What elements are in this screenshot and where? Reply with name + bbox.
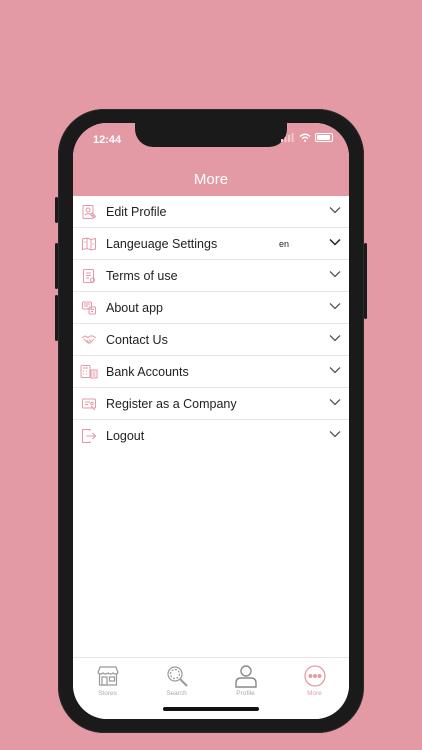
app-screen: 12:44 More Edit Profile Langeuage Settin… [73, 123, 349, 719]
power-button [364, 243, 367, 319]
chevron-down-icon [329, 431, 341, 438]
phone-frame: 12:44 More Edit Profile Langeuage Settin… [55, 109, 367, 733]
menu-item-terms-of-use[interactable]: Terms of use [73, 260, 349, 292]
language-value: en [279, 238, 290, 249]
menu-item-language-settings[interactable]: Langeuage Settings en [73, 228, 349, 260]
notch [135, 123, 287, 147]
menu-item-bank-accounts[interactable]: Bank Accounts [73, 356, 349, 388]
menu-item-label: Langeuage Settings [106, 236, 218, 251]
menu-item-label: Bank Accounts [106, 364, 189, 379]
tab-label: More [307, 690, 322, 697]
menu-item-about-app[interactable]: About app [73, 292, 349, 324]
tab-more[interactable]: More [280, 658, 349, 719]
terms-document-icon [80, 267, 98, 285]
chevron-down-icon [329, 399, 341, 406]
chevron-down-icon [329, 238, 341, 246]
status-time: 12:44 [93, 134, 122, 146]
profile-icon [234, 665, 257, 688]
menu-item-label: Terms of use [106, 268, 178, 283]
tab-stores[interactable]: Stores [73, 658, 142, 719]
logout-icon [80, 427, 98, 445]
tab-label: Profile [236, 690, 255, 697]
about-app-icon [80, 299, 98, 317]
status-icons [281, 133, 333, 142]
language-icon [80, 235, 98, 253]
menu-item-label: Edit Profile [106, 204, 167, 219]
home-indicator[interactable] [163, 707, 259, 711]
register-company-icon [80, 395, 98, 413]
chevron-down-icon [329, 335, 341, 342]
menu-item-edit-profile[interactable]: Edit Profile [73, 196, 349, 228]
menu-item-logout[interactable]: Logout [73, 420, 349, 452]
tab-label: Search [166, 690, 187, 697]
menu-item-contact-us[interactable]: Contact Us [73, 324, 349, 356]
tab-label: Stores [98, 690, 117, 697]
battery-icon [315, 133, 333, 142]
settings-menu: Edit Profile Langeuage Settings en Terms… [73, 196, 349, 452]
chevron-down-icon [329, 207, 341, 214]
menu-item-label: Logout [106, 429, 145, 443]
menu-item-label: Register as a Company [106, 396, 237, 411]
edit-profile-icon [80, 203, 98, 221]
chevron-down-icon [329, 303, 341, 310]
menu-item-label: About app [106, 300, 163, 315]
volume-down-button [55, 295, 58, 341]
store-icon [96, 666, 119, 686]
page-title: More [193, 171, 229, 188]
header-bar: 12:44 More [73, 123, 349, 196]
signal-icon [281, 133, 294, 142]
menu-item-register-company[interactable]: Register as a Company [73, 388, 349, 420]
chevron-down-icon [329, 367, 341, 374]
volume-up-button [55, 243, 58, 289]
bank-calculator-icon [80, 363, 98, 381]
search-icon [166, 666, 188, 687]
wifi-icon [299, 133, 311, 142]
more-icon [303, 665, 326, 687]
chevron-down-icon [329, 271, 341, 278]
menu-item-label: Contact Us [106, 332, 168, 347]
contact-handshake-icon [80, 331, 98, 349]
mute-switch [55, 197, 58, 223]
